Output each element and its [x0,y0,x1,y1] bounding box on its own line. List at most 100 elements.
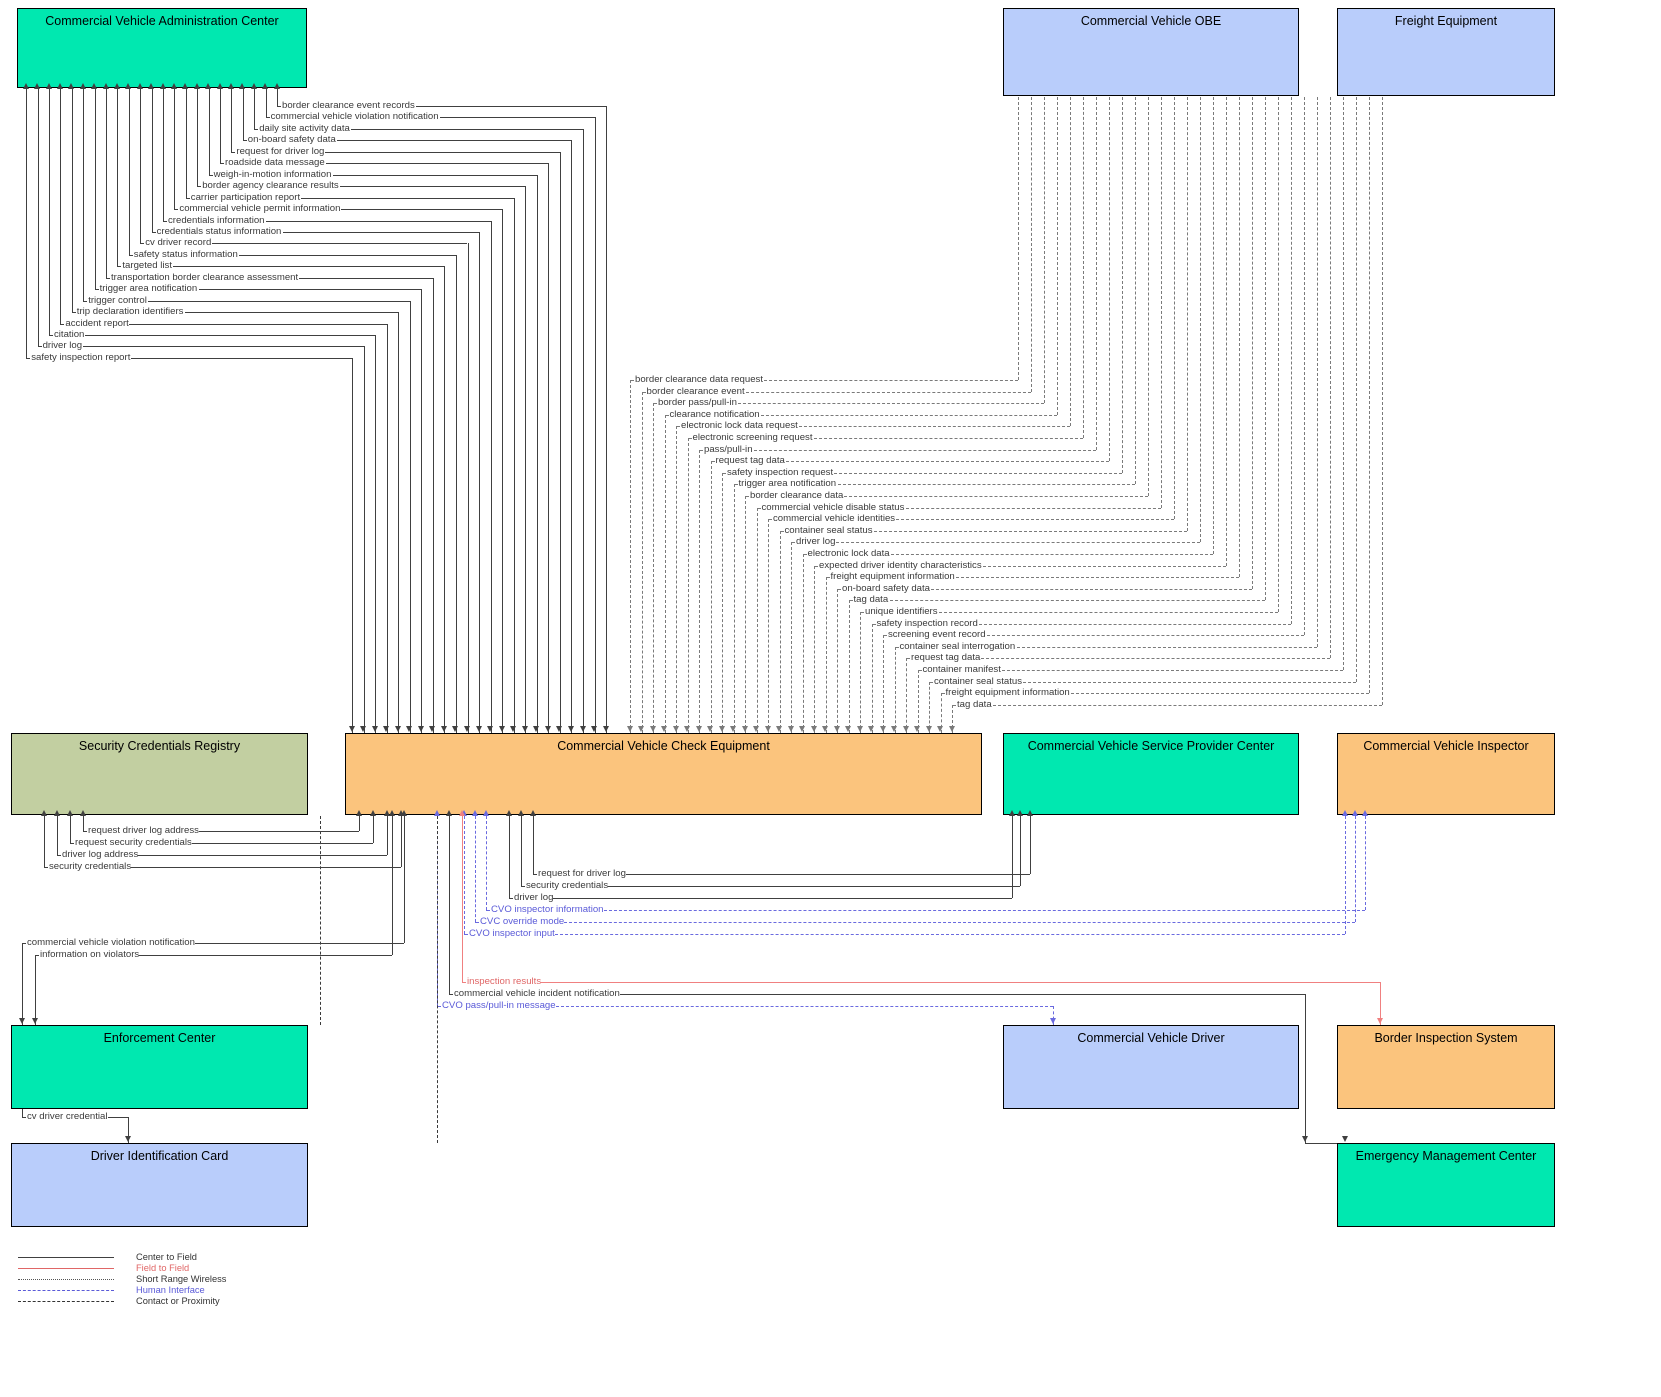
connector-segment [185,89,187,198]
arrowhead [452,726,459,732]
connector-segment [931,588,1252,590]
connector-segment [1023,681,1356,683]
flow-label: weigh-in-motion information [213,168,332,180]
connector-segment [1317,97,1318,647]
connector-segment [57,855,61,856]
flow-label: trip declaration identifiers [76,306,184,318]
arrowhead [40,810,47,816]
arrowhead [776,726,782,732]
connector-segment [386,323,388,733]
flow-label: request security credentials [75,837,192,848]
connector-segment [1187,97,1188,531]
connector-segment [174,209,179,211]
flow-label: border clearance event records [282,100,415,111]
node-border-inspection-system[interactable]: Border Inspection System [1337,1025,1555,1109]
flow-label: container seal interrogation [899,640,1016,652]
legend-label: Contact or Proximity [136,1296,220,1306]
connector-segment [265,89,267,118]
flow-label: security credentials [526,880,609,891]
arrowhead [591,726,598,732]
connector-segment [583,128,584,733]
flow-label: on-board safety data [247,134,336,146]
flow-label: CVC override mode [480,916,565,927]
flow-label: driver log [42,340,83,352]
flow-label: security credentials [49,861,132,872]
legend-line-sample [18,1268,114,1269]
legend-line-sample [18,1290,114,1291]
connector-segment [467,243,469,733]
flow-label: freight equipment information [945,687,1070,699]
node-driver-identification-card[interactable]: Driver Identification Card [11,1143,308,1227]
connector-segment [509,898,513,899]
node-commercial-vehicle-inspector[interactable]: Commercial Vehicle Inspector [1337,733,1555,815]
connector-segment [300,197,514,199]
connector-segment [449,816,450,994]
node-emergency-management-center[interactable]: Emergency Management Center [1337,1143,1555,1227]
connector-segment [848,600,853,602]
connector-segment [1122,97,1123,473]
connector-segment [455,254,457,733]
connector-segment [332,174,537,176]
connector-segment [117,89,119,267]
arrowhead [902,726,909,732]
arrowhead [517,810,524,816]
arrowhead [400,810,407,816]
node-enforcement-center[interactable]: Enforcement Center [11,1025,308,1109]
connector-segment [860,612,864,613]
connector-segment [373,816,374,843]
connector-segment [479,231,481,733]
connector-segment [231,151,236,153]
flow-label: roadside data message [225,157,325,169]
node-commercial-vehicle-administration-center[interactable]: Commercial Vehicle Administration Center [17,8,307,88]
connector-segment [710,461,715,463]
connector-segment [871,623,876,625]
connector-segment [299,277,433,279]
connector-segment [351,128,583,130]
connector-segment [208,174,213,176]
flow-label: screening event record [888,629,986,641]
arrowhead [1008,810,1015,816]
connector-segment [1161,97,1162,508]
connector-segment [779,530,784,532]
node-commercial-vehicle-service-provider-center[interactable]: Commercial Vehicle Service Provider Cent… [1003,733,1299,815]
connector-segment [486,910,490,911]
flow-label: unique identifiers [865,606,938,617]
node-commercial-vehicle-check-equipment[interactable]: Commercial Vehicle Check Equipment [345,733,982,815]
connector-segment [890,554,1213,555]
node-commercial-vehicle-driver[interactable]: Commercial Vehicle Driver [1003,1025,1299,1109]
flow-label: clearance notification [669,408,760,420]
flow-label: freight equipment information [830,571,955,583]
arrowhead [79,810,86,816]
connector-segment [834,472,1122,474]
connector-segment [449,994,453,995]
flow-label: trigger control [88,294,147,306]
node-freight-equipment[interactable]: Freight Equipment [1337,8,1555,96]
flow-label: carrier participation report [190,191,301,203]
connector-segment [844,496,1148,497]
connector-segment [1356,97,1357,682]
arrowhead [544,726,551,732]
flow-label: cv driver record [145,237,212,249]
arrowhead [1361,810,1368,816]
connector-segment [955,577,1239,579]
legend-item: Human Interface [18,1285,318,1296]
legend-item: Center to Field [18,1252,318,1263]
connector-segment [733,484,738,486]
flow-label: request tag data [715,455,785,467]
connector-segment [254,128,259,130]
node-title: Commercial Vehicle OBE [1080,14,1222,28]
arrowhead [471,810,478,816]
connector-segment [768,519,772,521]
node-title: Commercial Vehicle Service Provider Cent… [1027,739,1275,753]
flow-label: request for driver log [236,145,325,157]
connector-segment [525,186,527,733]
node-security-credentials-registry[interactable]: Security Credentials Registry [11,733,308,815]
connector-segment [37,89,39,347]
connector-segment [70,816,71,843]
flow-label: credentials information [168,214,265,226]
arrowhead [79,83,86,89]
node-title: Commercial Vehicle Inspector [1363,739,1529,753]
connector-segment [541,982,1380,983]
connector-segment [325,151,560,153]
node-commercial-vehicle-obe[interactable]: Commercial Vehicle OBE [1003,8,1299,96]
